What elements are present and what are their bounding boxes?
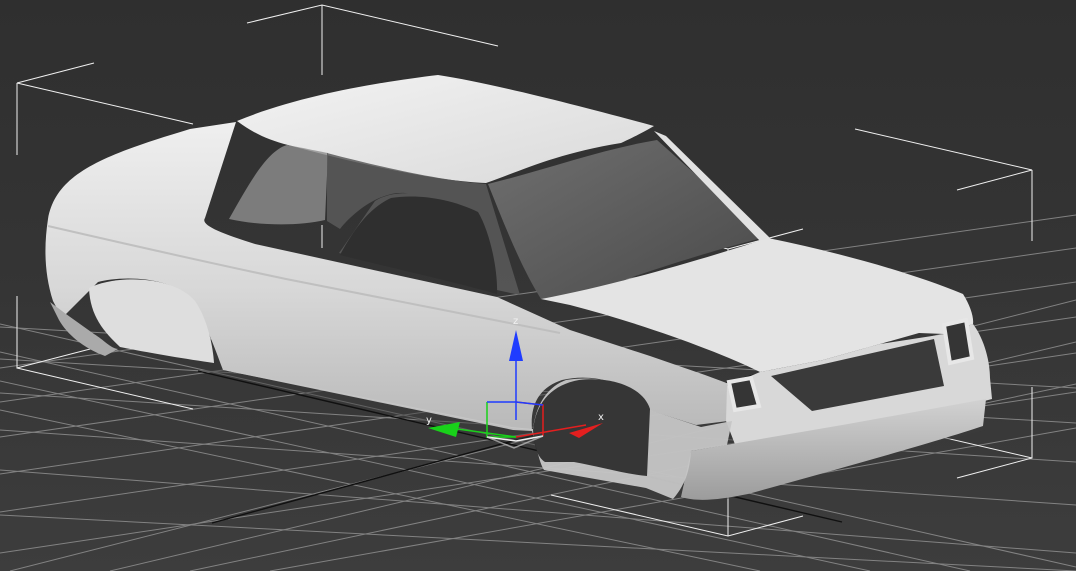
perspective-viewport[interactable]: z x y	[0, 0, 1076, 571]
car-rear-window	[229, 145, 328, 225]
gizmo-y-label: y	[426, 415, 432, 426]
gizmo-z-label: z	[513, 316, 518, 327]
gizmo-x-label: x	[598, 412, 604, 423]
car-right-headlamp	[941, 317, 975, 366]
viewport-scene[interactable]: z x y	[0, 0, 1076, 571]
